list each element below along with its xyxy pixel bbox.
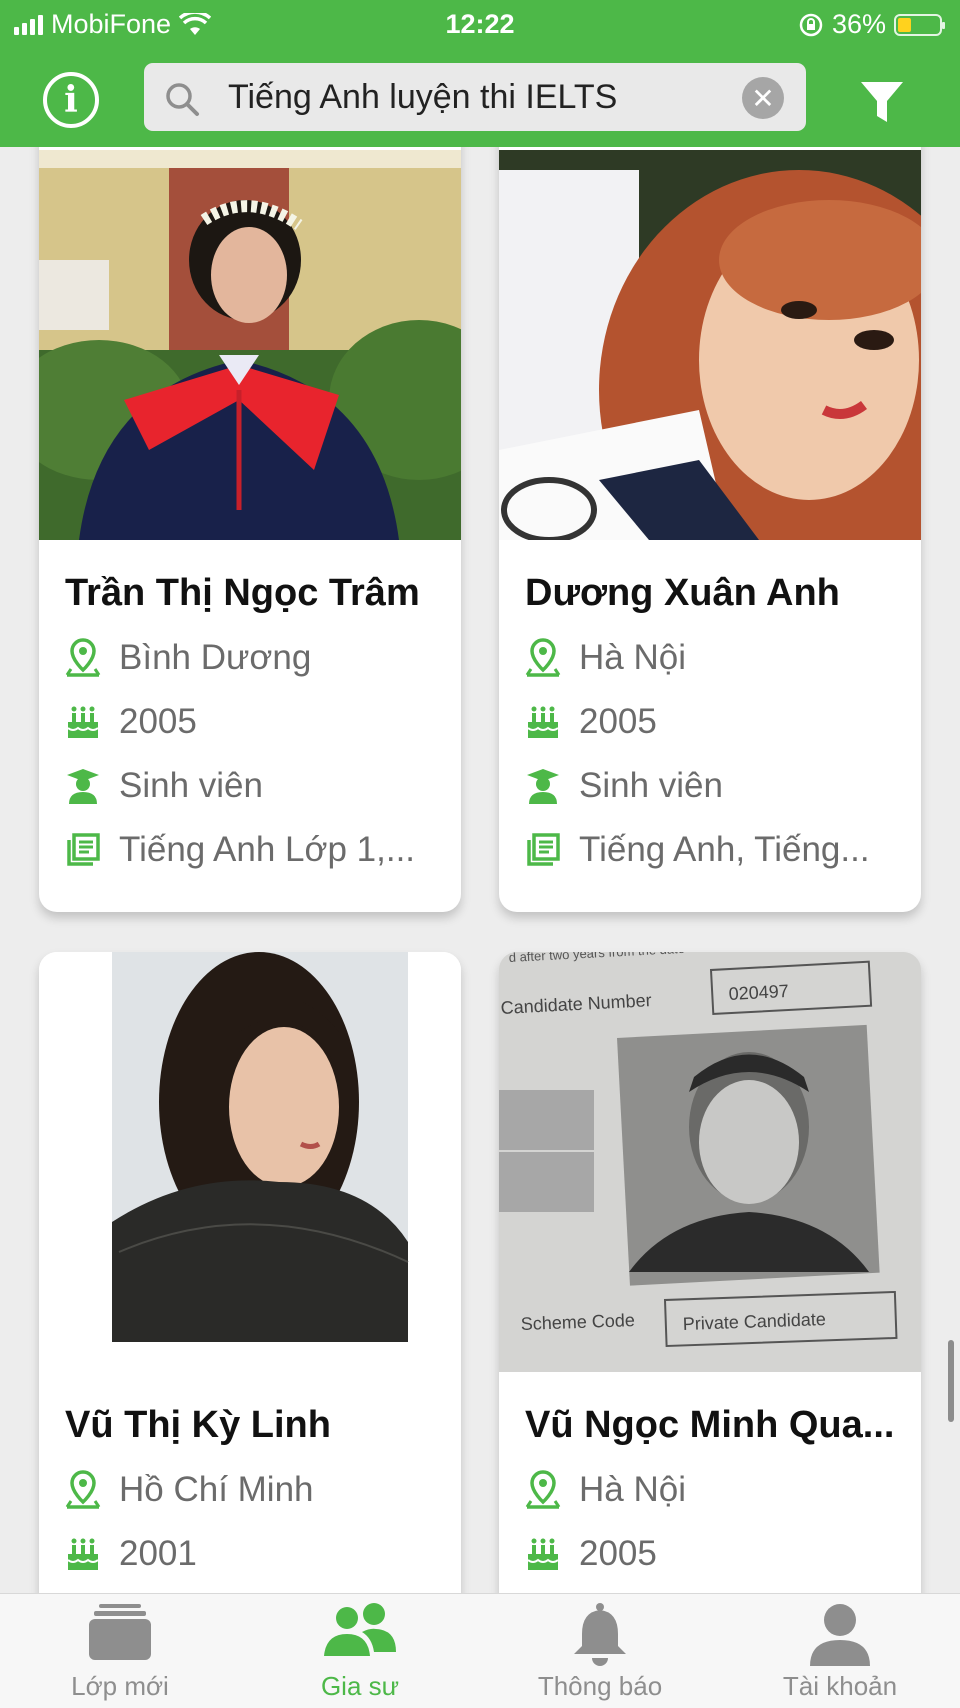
tutor-card[interactable]: Vũ Thị Kỳ Linh Hồ Chí Minh 2001 — [39, 952, 461, 1652]
graduate-icon — [67, 769, 99, 804]
info-button[interactable]: i — [43, 72, 99, 128]
close-icon: ✕ — [751, 82, 775, 114]
status-right: 36% — [798, 9, 945, 40]
tutor-name: Dương Xuân Anh — [525, 572, 840, 614]
tab-new-classes[interactable]: Lớp mới — [0, 1594, 240, 1708]
birth-year-row: 2005 — [525, 702, 657, 742]
birthday-cake-icon — [527, 706, 559, 738]
battery-icon — [894, 13, 945, 36]
clear-search-button[interactable]: ✕ — [742, 77, 784, 119]
filter-icon[interactable] — [858, 78, 906, 126]
location-pin-icon — [65, 1470, 101, 1509]
tab-notifications[interactable]: Thông báo — [480, 1594, 720, 1708]
tutor-photo — [39, 150, 461, 540]
tab-tutors[interactable]: Gia sư — [240, 1594, 480, 1708]
birthday-cake-icon — [67, 706, 99, 738]
birth-year-text: 2005 — [119, 702, 197, 741]
tutor-photo — [499, 150, 921, 540]
birth-year-text: 2001 — [119, 1534, 197, 1573]
tab-account[interactable]: Tài khoản — [720, 1594, 960, 1708]
tutor-name: Vũ Thị Kỳ Linh — [65, 1404, 331, 1446]
location-pin-icon — [525, 638, 561, 677]
location-text: Hà Nội — [579, 1470, 686, 1509]
location-row: Hà Nội — [525, 638, 686, 678]
subjects-text: Tiếng Anh Lớp 1,... — [119, 830, 416, 869]
subjects-icon — [67, 833, 100, 866]
tab-label: Tài khoản — [782, 1671, 898, 1701]
tab-label: Lớp mới — [71, 1671, 169, 1701]
tutor-photo — [39, 952, 461, 1342]
location-text: Bình Dương — [119, 638, 312, 677]
location-text: Hà Nội — [579, 638, 686, 677]
tutor-card[interactable]: d after two years from the date Candidat… — [499, 952, 921, 1652]
birth-year-row: 2005 — [65, 702, 197, 742]
account-icon — [810, 1604, 870, 1666]
location-row: Bình Dương — [65, 638, 311, 678]
birth-year-row: 2005 — [525, 1534, 657, 1574]
birth-year-row: 2001 — [65, 1534, 197, 1574]
candidate-number: 020497 — [728, 981, 789, 1004]
bell-icon — [574, 1603, 626, 1666]
info-icon: i — [64, 79, 78, 121]
top-bar: MobiFone 12:22 36% i Tiếng Anh luyện thi… — [0, 0, 960, 147]
scheme-label: Scheme Code — [520, 1310, 635, 1334]
tutor-name: Vũ Ngọc Minh Qua... — [525, 1404, 895, 1446]
location-row: Hà Nội — [525, 1470, 686, 1510]
tutor-card[interactable]: Trần Thị Ngọc Trâm Bình Dương 2005 Sinh … — [39, 120, 461, 912]
search-icon — [166, 83, 199, 116]
subjects-row: Tiếng Anh, Tiếng... — [525, 830, 870, 870]
tutors-icon — [324, 1603, 396, 1656]
tab-bar: Lớp mới Gia sư Thông báo Tài khoản — [0, 1593, 960, 1708]
location-pin-icon — [525, 1470, 561, 1509]
role-row: Sinh viên — [65, 766, 263, 806]
class-icon — [89, 1604, 151, 1660]
role-row: Sinh viên — [525, 766, 723, 806]
graduate-icon — [527, 769, 559, 804]
search-input[interactable]: Tiếng Anh luyện thi IELTS — [228, 78, 617, 117]
location-text: Hồ Chí Minh — [119, 1470, 314, 1509]
tab-label: Gia sư — [320, 1671, 400, 1701]
subjects-row: Tiếng Anh Lớp 1,... — [65, 830, 415, 870]
birthday-cake-icon — [527, 1538, 559, 1570]
rotation-lock-icon — [799, 13, 823, 36]
status-bar: MobiFone 12:22 36% — [0, 0, 960, 48]
battery-percent: 36% — [831, 9, 886, 39]
location-row: Hồ Chí Minh — [65, 1470, 314, 1510]
location-pin-icon — [65, 638, 101, 677]
tutor-card[interactable]: Dương Xuân Anh Hà Nội 2005 Sinh viên Tiế… — [499, 120, 921, 912]
role-text: Sinh viên — [579, 766, 723, 805]
birth-year-text: 2005 — [579, 702, 657, 741]
tutor-name: Trần Thị Ngọc Trâm — [65, 572, 420, 614]
subjects-text: Tiếng Anh, Tiếng... — [579, 830, 870, 869]
birth-year-text: 2005 — [579, 1534, 657, 1573]
birthday-cake-icon — [67, 1538, 99, 1570]
scrollbar[interactable] — [948, 1340, 954, 1422]
role-text: Sinh viên — [119, 766, 263, 805]
tab-label: Thông báo — [537, 1671, 663, 1701]
tutor-photo: d after two years from the date Candidat… — [499, 952, 921, 1372]
subjects-icon — [527, 833, 560, 866]
search-bar[interactable]: Tiếng Anh luyện thi IELTS ✕ — [144, 63, 806, 131]
